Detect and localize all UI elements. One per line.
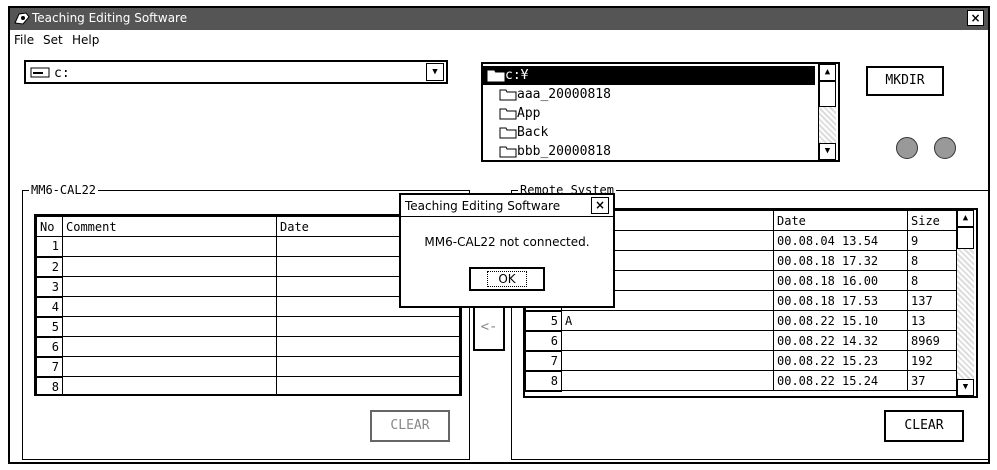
cell-date: 00.08.22 15.24 xyxy=(773,370,908,391)
cell-no: 6 xyxy=(525,330,562,352)
dialog-ok-button[interactable]: OK xyxy=(469,267,545,291)
folder-icon xyxy=(499,127,517,139)
folder-icon xyxy=(499,146,517,158)
table-row[interactable]: 7 xyxy=(36,356,460,378)
status-indicator-1 xyxy=(896,137,918,159)
folder-icon xyxy=(499,89,517,101)
table-row[interactable]: 1 xyxy=(36,236,460,258)
local-clear-button[interactable]: CLEAR xyxy=(370,410,450,442)
drive-select[interactable]: c: ▼ xyxy=(24,60,448,84)
folder-icon xyxy=(499,108,517,120)
table-row[interactable]: 3 xyxy=(36,276,460,298)
menu-file[interactable]: File xyxy=(14,33,34,47)
cell-comment xyxy=(561,350,774,371)
cell-comment xyxy=(561,330,774,351)
app-icon xyxy=(14,12,30,25)
cell-date: 00.08.18 17.53 xyxy=(773,290,908,311)
cell-no: 8 xyxy=(525,370,562,392)
cell-date: 00.08.22 14.32 xyxy=(773,330,908,351)
directory-list[interactable]: c:¥ aaa_20000818 App Back bbb_20000818 ▲… xyxy=(481,62,840,162)
dir-item[interactable]: bbb_20000818 xyxy=(483,142,815,160)
title-bar: Teaching Editing Software × xyxy=(10,8,988,30)
cell-no: 7 xyxy=(525,350,562,372)
cell-comment xyxy=(561,370,774,391)
scroll-thumb[interactable] xyxy=(957,227,974,249)
table-row[interactable]: 5 A 00.08.22 15.10 13 xyxy=(525,310,959,332)
cell-size: 8 xyxy=(907,270,959,291)
window-close-button[interactable]: × xyxy=(967,10,984,26)
table-row[interactable]: 7 00.08.22 15.23 192 xyxy=(525,350,959,372)
dir-item[interactable]: Back xyxy=(483,123,815,142)
menu-bar: File Set Help xyxy=(10,30,988,50)
table-row[interactable]: 4 xyxy=(36,296,460,318)
dialog-title: Teaching Editing Software xyxy=(405,199,561,213)
drive-icon xyxy=(30,67,50,78)
transfer-left-button[interactable]: <- xyxy=(473,305,505,351)
table-header: No Comment Date xyxy=(36,216,460,237)
mkdir-button[interactable]: MKDIR xyxy=(866,66,944,96)
remote-clear-button[interactable]: CLEAR xyxy=(884,410,964,442)
cell-size: 37 xyxy=(907,370,959,391)
table-row[interactable]: 6 00.08.22 14.32 8969 xyxy=(525,330,959,352)
scroll-up-icon[interactable]: ▲ xyxy=(819,64,836,81)
window-title: Teaching Editing Software xyxy=(32,11,188,25)
cell-comment: A xyxy=(561,310,774,331)
cell-no: 5 xyxy=(525,310,562,332)
chevron-down-icon[interactable]: ▼ xyxy=(426,63,444,81)
open-folder-icon xyxy=(487,70,505,82)
cell-date: 00.08.22 15.10 xyxy=(773,310,908,331)
dialog-message: MM6-CAL22 not connected. xyxy=(424,235,590,249)
dir-item[interactable]: c:¥ xyxy=(483,66,815,85)
cell-date: 00.08.18 16.00 xyxy=(773,270,908,291)
menu-help[interactable]: Help xyxy=(72,33,99,47)
cell-date: 00.08.04 13.54 xyxy=(773,230,908,251)
table-row[interactable]: 8 xyxy=(36,376,460,394)
dialog-close-button[interactable]: × xyxy=(591,197,609,214)
cell-size: 8969 xyxy=(907,330,959,351)
scroll-down-icon[interactable]: ▼ xyxy=(957,379,974,396)
cell-size: 137 xyxy=(907,290,959,311)
cell-size: 9 xyxy=(907,230,959,251)
drive-value: c: xyxy=(54,66,70,81)
dialog-title-bar: Teaching Editing Software × xyxy=(401,195,613,217)
table-row[interactable]: 2 xyxy=(36,256,460,278)
dir-item[interactable]: aaa_20000818 xyxy=(483,85,815,104)
cell-size: 13 xyxy=(907,310,959,331)
table-row[interactable]: 8 00.08.22 15.24 37 xyxy=(525,370,959,392)
cell-date: 00.08.22 15.23 xyxy=(773,350,908,371)
scroll-down-icon[interactable]: ▼ xyxy=(819,143,836,160)
local-device-title: MM6-CAL22 xyxy=(29,183,99,197)
local-program-table[interactable]: No Comment Date 1 2 3 4 5 6 7 8 xyxy=(34,214,462,396)
cell-date: 00.08.18 17.32 xyxy=(773,250,908,271)
cell-size: 8 xyxy=(907,250,959,271)
directory-scrollbar[interactable]: ▲ ▼ xyxy=(818,64,836,160)
table-row[interactable]: 6 xyxy=(36,336,460,358)
cell-size: 192 xyxy=(907,350,959,371)
scroll-up-icon[interactable]: ▲ xyxy=(957,210,974,227)
message-dialog: Teaching Editing Software × MM6-CAL22 no… xyxy=(399,193,615,308)
dir-item[interactable]: App xyxy=(483,104,815,123)
status-indicator-2 xyxy=(934,137,956,159)
table-row[interactable]: 5 xyxy=(36,316,460,338)
menu-set[interactable]: Set xyxy=(43,33,63,47)
scroll-thumb[interactable] xyxy=(819,81,836,107)
remote-scrollbar[interactable]: ▲ ▼ xyxy=(956,210,974,396)
